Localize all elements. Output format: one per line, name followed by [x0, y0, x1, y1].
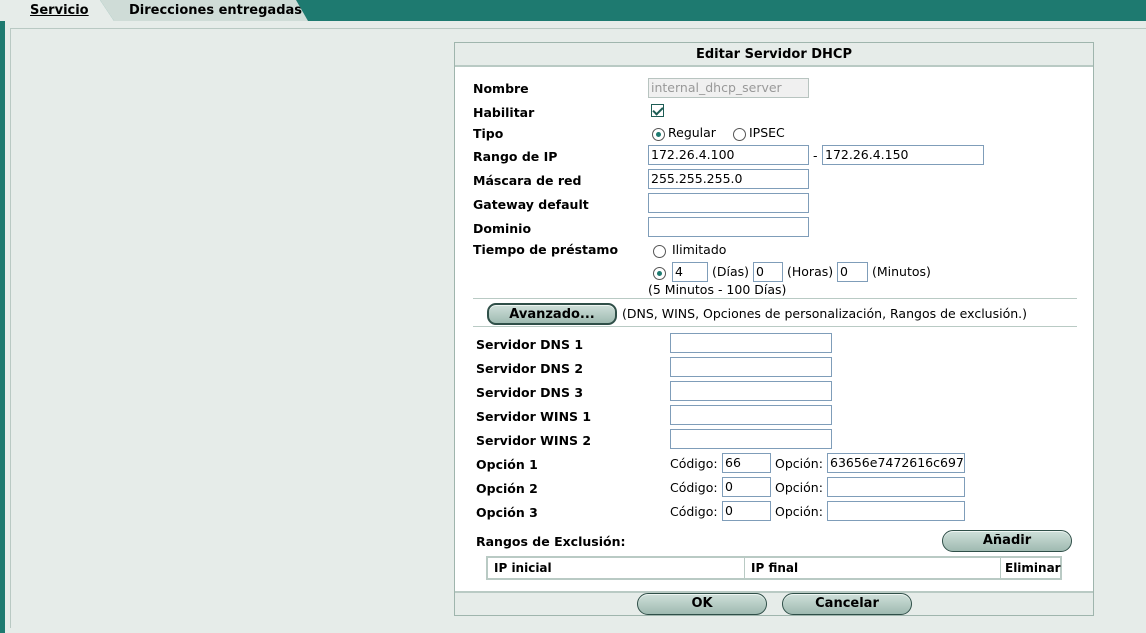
option-label: Opción: — [775, 456, 823, 471]
ip-start-input[interactable]: 172.26.4.100 — [648, 145, 809, 165]
wins2-input[interactable] — [670, 429, 832, 449]
separator — [473, 326, 1077, 327]
label-mascara: Máscara de red — [473, 173, 582, 188]
option1-value-input[interactable]: 63656e7472616c697 — [827, 453, 965, 473]
ok-button[interactable]: OK — [637, 593, 767, 615]
column-header-ip-final: IP final — [744, 558, 1000, 578]
label-rangos-exclusion: Rangos de Exclusión: — [476, 534, 626, 549]
tab-label: Servicio — [30, 3, 89, 18]
panel-title: Editar Servidor DHCP — [455, 43, 1093, 67]
label-wins1: Servidor WINS 1 — [476, 409, 592, 424]
lease-unlimited-radio[interactable] — [653, 245, 666, 258]
dominio-input[interactable] — [648, 217, 809, 237]
label-dominio: Dominio — [473, 221, 532, 236]
dns3-input[interactable] — [670, 381, 832, 401]
label-dns1: Servidor DNS 1 — [476, 337, 584, 352]
label-habilitar: Habilitar — [473, 105, 535, 120]
mascara-input[interactable]: 255.255.255.0 — [648, 169, 809, 189]
tipo-ipsec-radio[interactable] — [733, 128, 746, 141]
label-wins2: Servidor WINS 2 — [476, 433, 592, 448]
avanzado-description: (DNS, WINS, Opciones de personalización,… — [622, 306, 1027, 321]
cancel-button[interactable]: Cancelar — [782, 593, 912, 615]
code-label: Código: — [670, 480, 718, 495]
option-label: Opción: — [775, 480, 823, 495]
lease-unlimited-label: Ilimitado — [672, 242, 727, 257]
column-header-eliminar: Eliminar — [1000, 558, 1061, 578]
lease-hours-input[interactable]: 0 — [753, 262, 783, 282]
nombre-input: internal_dhcp_server — [648, 78, 809, 98]
tab-servicio[interactable]: Servicio — [0, 0, 114, 21]
lease-hours-label: (Horas) — [787, 264, 834, 279]
panel-footer — [455, 591, 1093, 615]
label-opcion-3: Opción 3 — [476, 505, 538, 520]
option1-code-input[interactable]: 66 — [722, 453, 771, 473]
label-nombre: Nombre — [473, 81, 529, 96]
option3-code-input[interactable]: 0 — [722, 501, 771, 521]
ip-end-input[interactable]: 172.26.4.150 — [822, 145, 984, 165]
tipo-ipsec-label: IPSEC — [749, 125, 785, 140]
label-gateway: Gateway default — [473, 197, 589, 212]
avanzado-button[interactable]: Avanzado... — [487, 303, 617, 325]
option3-value-input[interactable] — [827, 501, 965, 521]
option2-value-input[interactable] — [827, 477, 965, 497]
habilitar-checkbox[interactable] — [651, 104, 664, 117]
lease-minutes-input[interactable]: 0 — [837, 262, 868, 282]
code-label: Código: — [670, 456, 718, 471]
label-dns2: Servidor DNS 2 — [476, 361, 584, 376]
lease-custom-radio[interactable] — [653, 267, 666, 280]
wins1-input[interactable] — [670, 405, 832, 425]
tab-bar: Direcciones entregadas Servicio — [0, 0, 1146, 21]
range-separator: - — [813, 148, 818, 163]
exclusion-table-header: IP inicial IP final Eliminar — [486, 556, 1062, 580]
dhcp-edit-panel: Editar Servidor DHCP Nombre internal_dhc… — [454, 42, 1094, 616]
left-border — [0, 21, 5, 633]
tipo-regular-radio[interactable] — [652, 128, 665, 141]
label-opcion-1: Opción 1 — [476, 457, 538, 472]
label-tiempo-prestamo: Tiempo de préstamo — [473, 242, 619, 257]
tab-direcciones-entregadas[interactable]: Direcciones entregadas — [100, 0, 308, 21]
dns2-input[interactable] — [670, 357, 832, 377]
column-header-ip-inicial: IP inicial — [494, 561, 552, 575]
dns1-input[interactable] — [670, 333, 832, 353]
gateway-input[interactable] — [648, 193, 809, 213]
label-tipo: Tipo — [473, 126, 504, 141]
tab-label: Direcciones entregadas — [129, 3, 303, 18]
tipo-regular-label: Regular — [668, 125, 716, 140]
code-label: Código: — [670, 504, 718, 519]
lease-range-hint: (5 Minutos - 100 Días) — [648, 282, 787, 297]
option2-code-input[interactable]: 0 — [722, 477, 771, 497]
label-dns3: Servidor DNS 3 — [476, 385, 584, 400]
label-rango-ip: Rango de IP — [473, 149, 558, 164]
lease-days-label: (Días) — [712, 264, 750, 279]
lease-days-input[interactable]: 4 — [672, 262, 708, 282]
add-exclusion-button[interactable]: Añadir — [942, 530, 1072, 552]
lease-minutes-label: (Minutos) — [872, 264, 931, 279]
separator — [473, 298, 1077, 299]
label-opcion-2: Opción 2 — [476, 481, 538, 496]
option-label: Opción: — [775, 504, 823, 519]
